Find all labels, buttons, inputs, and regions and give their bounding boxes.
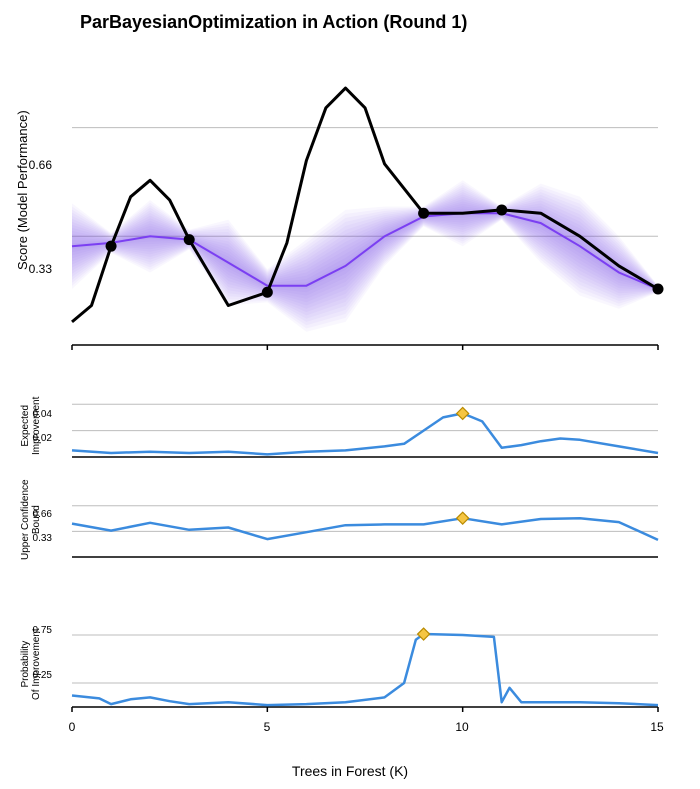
sample-point — [653, 284, 664, 295]
xtick-5: 5 — [247, 720, 287, 734]
ytick-pi-025: 0.25 — [22, 670, 52, 681]
marker-diamond — [457, 407, 469, 419]
panel-ei — [55, 385, 675, 465]
ytick-ucb-033: 0.33 — [22, 533, 52, 544]
ytick-main-066: 0.66 — [22, 158, 52, 172]
chart-page: ParBayesianOptimization in Action (Round… — [0, 0, 700, 789]
ylabel-pi: ProbabilityOf Improvement — [20, 628, 42, 700]
ylabel-main: Score (Model Performance) — [15, 110, 30, 270]
panel-main — [55, 55, 675, 355]
acq-line — [72, 518, 658, 540]
acq-line — [72, 413, 658, 454]
ytick-pi-075: 0.75 — [22, 625, 52, 636]
ytick-main-033: 0.33 — [22, 262, 52, 276]
acq-line — [72, 634, 658, 705]
xtick-15: 15 — [637, 720, 677, 734]
ytick-ei-004: 0.04 — [22, 409, 52, 420]
ytick-ei-002: 0.02 — [22, 433, 52, 444]
ytick-ucb-066: 0.66 — [22, 509, 52, 520]
sample-point — [184, 234, 195, 245]
xlabel: Trees in Forest (K) — [0, 763, 700, 779]
sample-point — [496, 204, 507, 215]
panel-pi — [55, 605, 675, 715]
sample-point — [418, 208, 429, 219]
chart-title: ParBayesianOptimization in Action (Round… — [80, 12, 467, 33]
ylabel-ei: ExpectedImprovement — [20, 397, 42, 455]
xtick-10: 10 — [442, 720, 482, 734]
sample-point — [262, 287, 273, 298]
xtick-0: 0 — [52, 720, 92, 734]
sample-point — [106, 241, 117, 252]
marker-diamond — [457, 512, 469, 524]
panel-ucb — [55, 485, 675, 565]
